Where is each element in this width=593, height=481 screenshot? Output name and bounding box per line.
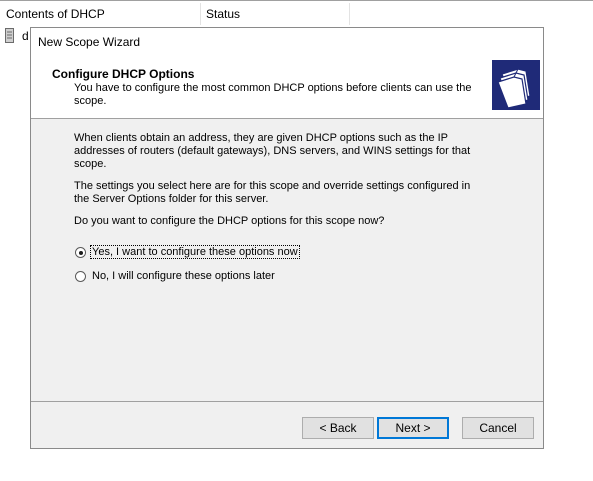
- wizard-body: When clients obtain an address, they are…: [74, 132, 484, 237]
- title-bar[interactable]: New Scope Wizard: [31, 28, 543, 54]
- cancel-button[interactable]: Cancel: [462, 417, 534, 439]
- description-paragraph: When clients obtain an address, they are…: [74, 132, 471, 170]
- page-subtitle: You have to configure the most common DH…: [74, 82, 472, 107]
- new-scope-wizard-dialog: New Scope Wizard Configure DHCP Options …: [30, 27, 544, 449]
- next-button[interactable]: Next >: [377, 417, 449, 439]
- server-icon: [5, 28, 14, 43]
- window-title: New Scope Wizard: [38, 35, 141, 49]
- back-button[interactable]: < Back: [302, 417, 374, 439]
- page-title: Configure DHCP Options: [52, 67, 195, 81]
- radio-button[interactable]: [75, 247, 86, 258]
- folders-icon: [492, 60, 540, 110]
- column-separator: [349, 3, 350, 25]
- description-paragraph: The settings you select here are for thi…: [74, 180, 471, 205]
- column-header-status[interactable]: Status: [206, 7, 240, 21]
- wizard-header: Configure DHCP Options You have to confi…: [31, 54, 543, 119]
- footer-divider: [31, 401, 543, 402]
- radio-label[interactable]: No, I will configure these options later: [92, 270, 275, 282]
- question-text: Do you want to configure the DHCP option…: [74, 215, 385, 227]
- list-header: Contents of DHCP Status: [0, 0, 593, 25]
- radio-button[interactable]: [75, 271, 86, 282]
- radio-label[interactable]: Yes, I want to configure these options n…: [90, 245, 300, 259]
- column-header-contents[interactable]: Contents of DHCP: [6, 7, 105, 21]
- list-item-label: d: [22, 29, 29, 43]
- column-separator: [200, 3, 201, 25]
